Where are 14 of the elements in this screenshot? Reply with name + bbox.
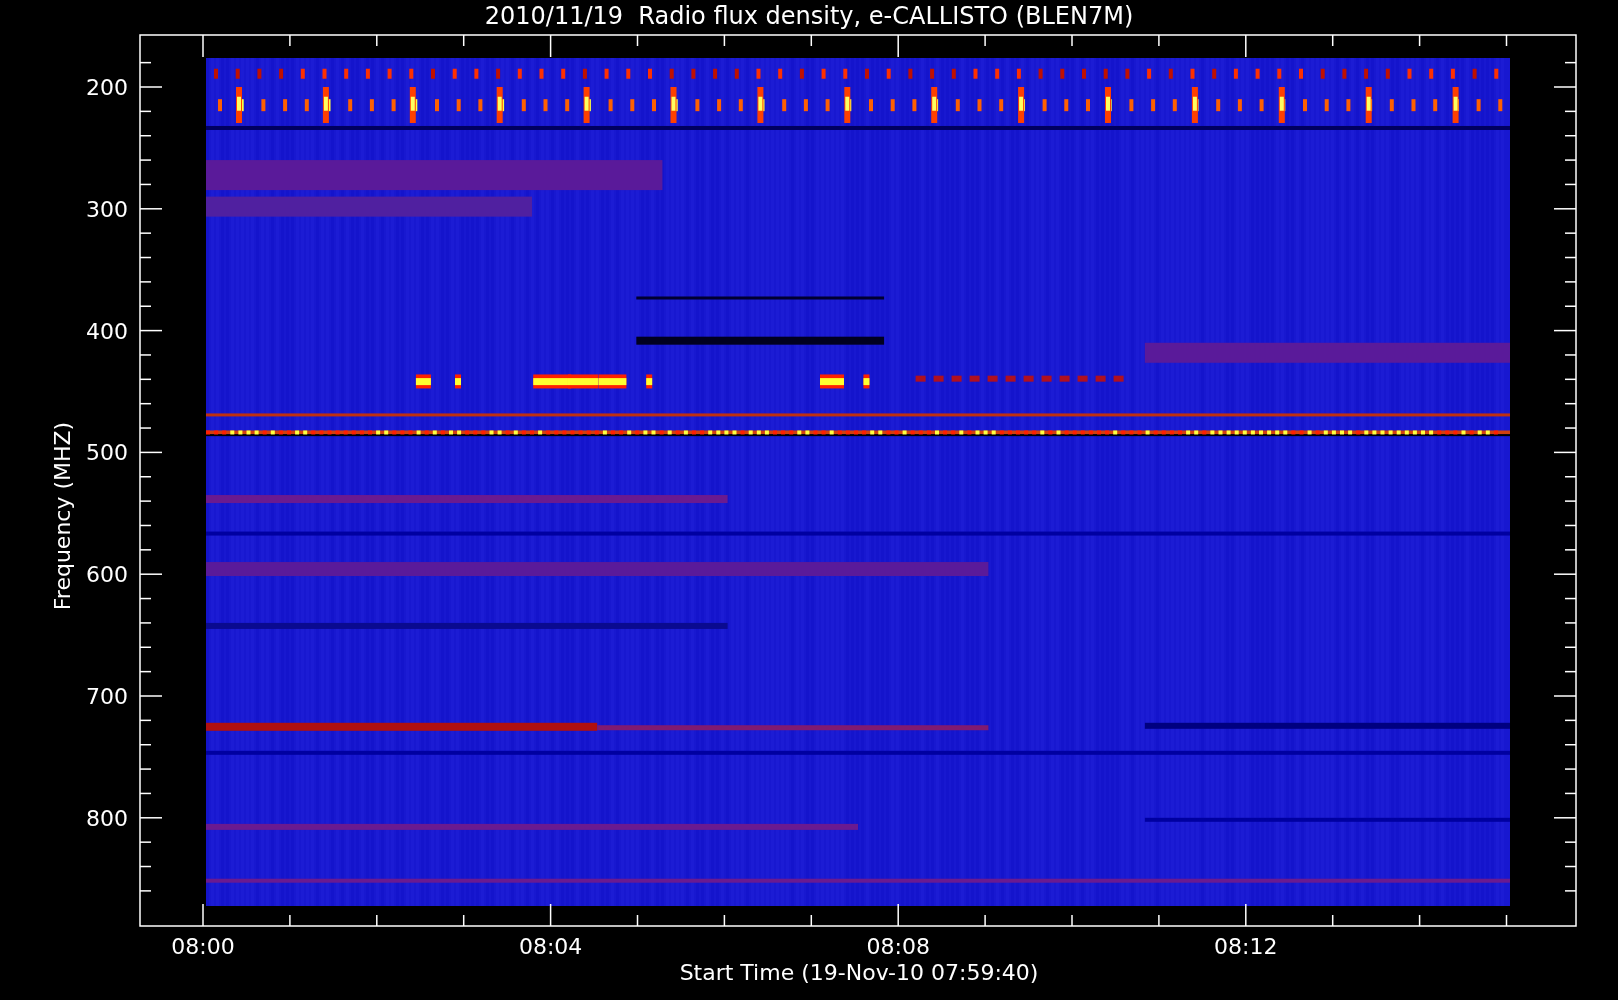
y-tick-label: 400 (86, 318, 128, 344)
y-tick-label: 300 (86, 196, 128, 222)
y-tick-label: 600 (86, 562, 128, 588)
x-tick-label: 08:12 (1214, 934, 1278, 959)
y-tick-label: 800 (86, 805, 128, 831)
y-tick-label: 700 (86, 684, 128, 709)
x-tick-label: 08:04 (518, 934, 583, 959)
x-tick-label: 08:08 (866, 934, 930, 959)
chart-title: 2010/11/19 Radio flux density, e-CALLISTO (BLEN7M) (484, 1, 1134, 32)
y-tick-label: 500 (86, 440, 128, 466)
y-tick-label: 200 (86, 75, 128, 100)
x-tick-label: 08:00 (171, 934, 235, 959)
x-axis-label: Start Time (19-Nov-10 07:59:40) (679, 960, 1039, 985)
y-axis-label: Frequency (MHZ) (50, 421, 75, 611)
